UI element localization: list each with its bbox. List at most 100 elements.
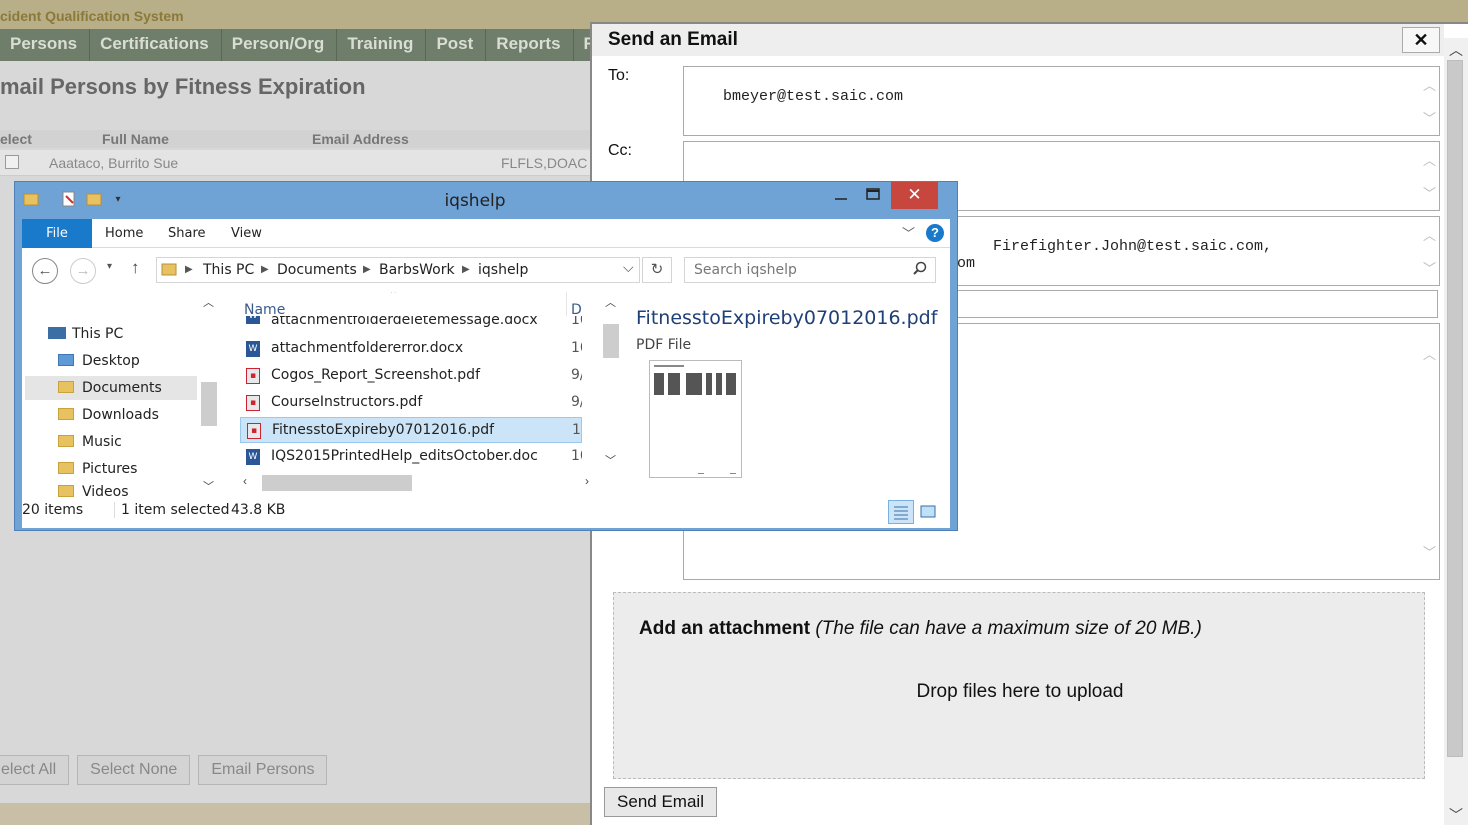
tab-file[interactable]: File (22, 219, 92, 248)
tab-share[interactable]: Share (168, 219, 206, 248)
body-scrollbar[interactable]: ︿ ﹀ (1419, 324, 1439, 579)
chevron-down-icon[interactable]: ﹀ (1423, 183, 1436, 202)
back-icon[interactable]: ← (32, 258, 58, 284)
refresh-icon[interactable]: ↻ (642, 257, 672, 283)
cc-field-scrollbar[interactable]: ︿ ﹀ (1419, 142, 1439, 210)
nav-persons[interactable]: Persons (0, 29, 91, 61)
scroll-thumb[interactable] (262, 475, 412, 491)
file-row[interactable]: W attachmentfolderdeletemessage.docx 10 (240, 316, 582, 330)
breadcrumb-sep-icon: ▶ (462, 264, 470, 275)
recent-locations-icon[interactable]: ▾ (107, 261, 112, 272)
dialog-scrollbar[interactable]: ︿ ﹀ (1444, 38, 1468, 825)
preview-file-type: PDF File (636, 337, 692, 353)
chevron-up-icon[interactable]: ︿ (1423, 150, 1436, 169)
tree-documents[interactable]: Documents (25, 376, 197, 400)
search-placeholder: Search iqshelp (694, 262, 797, 278)
navigation-pane: This PC Desktop Documents Downloads Musi… (22, 292, 220, 498)
details-view-icon[interactable] (888, 500, 914, 524)
tab-home[interactable]: Home (105, 219, 143, 248)
scroll-thumb[interactable] (603, 324, 619, 358)
nav-post[interactable]: Post (426, 29, 487, 61)
breadcrumb-barbswork[interactable]: BarbsWork (379, 262, 455, 278)
chevron-down-icon[interactable]: ﹀ (1423, 258, 1436, 277)
tree-desktop[interactable]: Desktop (58, 349, 140, 373)
tree-music[interactable]: Music (58, 430, 122, 454)
nav-training[interactable]: Training (337, 29, 427, 61)
forward-icon[interactable]: → (70, 258, 96, 284)
select-all-button[interactable]: elect All (0, 755, 70, 785)
file-list-vscroll[interactable]: ︿ ﹀ (602, 292, 620, 474)
select-none-button[interactable]: Select None (77, 755, 191, 785)
address-dropdown-icon[interactable]: ⌵ (623, 260, 634, 276)
table-header: elect Full Name Email Address (0, 130, 600, 148)
to-field[interactable]: bmeyer@test.saic.com ︿ ﹀ (683, 66, 1440, 136)
chevron-up-icon[interactable]: ︿ (605, 294, 616, 310)
to-label: To: (608, 67, 630, 84)
file-date: 10 (571, 316, 582, 328)
tree-downloads[interactable]: Downloads (58, 403, 159, 427)
chevron-down-icon[interactable]: ﹀ (203, 478, 214, 494)
nav-person-org[interactable]: Person/Org (222, 29, 338, 61)
file-row[interactable]: ▪ CourseInstructors.pdf 9/ (240, 390, 582, 416)
breadcrumb-iqshelp[interactable]: iqshelp (478, 262, 528, 278)
minimize-icon[interactable] (833, 186, 849, 202)
send-email-button[interactable]: Send Email (604, 787, 717, 817)
scroll-up-icon[interactable]: ︿ (1444, 40, 1468, 60)
nav-pane-scrollbar[interactable]: ︿ ﹀ (200, 292, 218, 498)
chevron-down-icon[interactable]: ﹀ (1423, 542, 1436, 561)
scroll-down-icon[interactable]: ﹀ (1444, 805, 1468, 825)
maximize-icon[interactable] (865, 186, 881, 202)
tab-view[interactable]: View (231, 219, 262, 248)
file-row[interactable]: ▪ Cogos_Report_Screenshot.pdf 9/ (240, 363, 582, 389)
help-icon[interactable]: ? (926, 224, 944, 242)
row-full-name: Aaataco, Burrito Sue (49, 155, 179, 171)
tree-pictures[interactable]: Pictures (58, 457, 137, 481)
chevron-down-icon[interactable]: ﹀ (605, 452, 616, 468)
pdf-thumbnail (649, 360, 742, 478)
file-name: IQS2015PrintedHelp_editsOctober.doc (271, 448, 538, 464)
chevron-down-icon[interactable]: ﹀ (1423, 108, 1436, 127)
file-row-selected[interactable]: ▪ FitnesstoExpireby07012016.pdf 10 (240, 417, 582, 443)
nav-certifications[interactable]: Certifications (90, 29, 222, 61)
logo-subtitle: cident Qualification System (0, 8, 184, 24)
chevron-up-icon[interactable]: ︿ (203, 294, 214, 310)
breadcrumb-documents[interactable]: Documents (277, 262, 357, 278)
dialog-close-button[interactable]: ✕ (1402, 27, 1440, 53)
file-row[interactable]: W attachmentfoldererror.docx 10 (240, 336, 582, 362)
nav-reports[interactable]: Reports (486, 29, 574, 61)
bcc-field-scrollbar[interactable]: ︿ ﹀ (1419, 217, 1439, 285)
main-nav: Persons Certifications Person/Org Traini… (0, 29, 619, 61)
file-date: 10 (571, 340, 582, 356)
address-field[interactable]: ▶ This PC ▶ Documents ▶ BarbsWork ▶ iqsh… (156, 257, 640, 283)
attachment-note: (The file can have a maximum size of 20 … (815, 618, 1202, 639)
chevron-up-icon[interactable]: ︿ (1423, 344, 1436, 363)
file-date: 9/ (571, 394, 582, 410)
preview-pane: FitnesstoExpireby07012016.pdf PDF File (636, 292, 950, 498)
explorer-close-button[interactable]: ✕ (891, 182, 938, 209)
file-row[interactable]: W IQS2015PrintedHelp_editsOctober.doc 10 (240, 444, 582, 470)
folder-icon (58, 408, 74, 420)
scroll-thumb[interactable] (201, 382, 217, 426)
explorer-body: This PC Desktop Documents Downloads Musi… (22, 292, 950, 498)
col-email: Email Address (312, 131, 409, 147)
row-checkbox[interactable] (5, 155, 19, 169)
tree-videos[interactable]: Videos (58, 482, 129, 498)
chevron-up-icon[interactable]: ︿ (1423, 75, 1436, 94)
large-icons-view-icon[interactable] (918, 500, 940, 524)
breadcrumb-this-pc[interactable]: This PC (203, 262, 254, 278)
scroll-thumb[interactable] (1447, 60, 1463, 757)
email-persons-button[interactable]: Email Persons (198, 755, 328, 785)
folder-icon (58, 354, 74, 366)
tree-this-pc[interactable]: This PC (48, 322, 123, 346)
file-list-hscroll[interactable]: ‹ › (240, 474, 600, 492)
col-full-name: Full Name (102, 131, 169, 147)
up-icon[interactable]: ↑ (131, 258, 140, 278)
attachment-drop-zone[interactable]: Add an attachment (The file can have a m… (613, 592, 1425, 779)
chevron-left-icon[interactable]: ‹ (243, 474, 247, 488)
search-icon[interactable] (913, 261, 927, 279)
search-input[interactable]: Search iqshelp (684, 257, 936, 283)
chevron-up-icon[interactable]: ︿ (1423, 225, 1436, 244)
expand-ribbon-icon[interactable]: ﹀ (902, 223, 915, 242)
chevron-right-icon[interactable]: › (585, 474, 589, 488)
to-field-scrollbar[interactable]: ︿ ﹀ (1419, 67, 1439, 135)
